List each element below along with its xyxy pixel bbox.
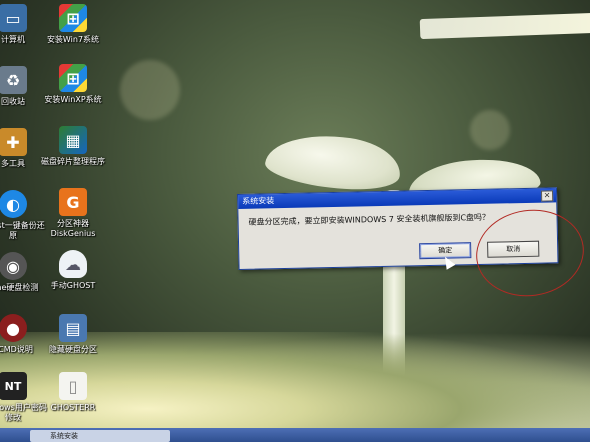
hide-partition-icon: ▤ (59, 314, 87, 342)
computer-icon: ▭ (0, 4, 27, 32)
desktop-icon-diskgenius[interactable]: G 分区神器DiskGenius (38, 188, 108, 239)
bokeh-light (120, 60, 180, 120)
ecmd-icon: ● (0, 314, 27, 342)
desktop-icon-hide-partition[interactable]: ▤ 隐藏硬盘分区 (38, 314, 108, 355)
dialog-title: 系统安装 (242, 196, 275, 206)
recycle-bin-icon: ♻ (0, 66, 27, 94)
desktop-icon-install-win7[interactable]: ⊞ 安装Win7系统 (38, 4, 108, 45)
windows-logo-icon: ⊞ (59, 64, 87, 92)
diskgenius-icon: G (59, 188, 87, 216)
desktop-icon-install-winxp[interactable]: ⊞ 安装WinXP系统 (38, 64, 108, 105)
desktop-icon-label: 安装Win7系统 (46, 35, 100, 44)
desktop-icon-label: 隐藏硬盘分区 (49, 345, 97, 354)
nt-password-icon: NT (0, 372, 27, 400)
ghost-backup-icon: ◐ (0, 190, 27, 218)
desktop-icon-label: 分区神器DiskGenius (50, 219, 96, 238)
desktop-icon-manual-ghost[interactable]: ☁ 手动GHOST (38, 250, 108, 291)
windows-logo-icon: ⊞ (59, 4, 87, 32)
ghost-icon: ☁ (59, 250, 87, 278)
desktop-icon-defrag[interactable]: ▦ 磁盘碎片整理程序 (38, 126, 108, 167)
desktop-icon-label: 手动GHOST (50, 281, 96, 290)
wallpaper-leaf-left (263, 126, 404, 198)
taskbar: 系统安装 (0, 428, 590, 442)
desktop-icon-ghosterr[interactable]: ▯ GHOSTERR (38, 372, 108, 413)
light-reflection (419, 12, 590, 40)
document-icon: ▯ (59, 372, 87, 400)
disk-check-icon: ◉ (0, 252, 27, 280)
taskbar-item-system-install[interactable]: 系统安装 (30, 430, 170, 442)
bokeh-light (470, 110, 510, 150)
close-button[interactable]: × (540, 190, 554, 202)
desktop-icon-label: 磁盘碎片整理程序 (41, 157, 105, 166)
desktop-icon-label: 安装WinXP系统 (44, 95, 102, 104)
desktop-icon-label: GHOSTERR (50, 403, 96, 412)
toolbox-icon: ✚ (0, 128, 27, 156)
defrag-icon: ▦ (59, 126, 87, 154)
